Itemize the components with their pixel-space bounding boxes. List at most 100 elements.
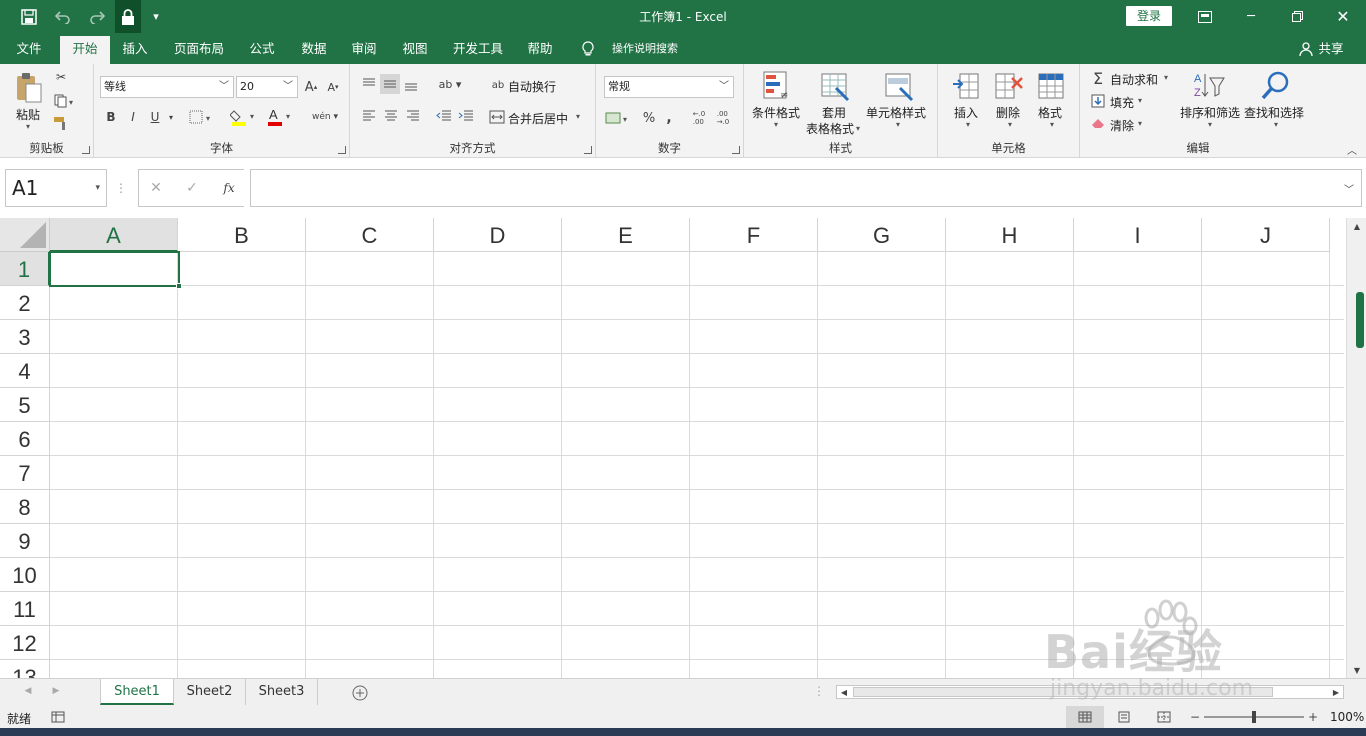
- share-button[interactable]: 共享: [1316, 33, 1346, 64]
- next-sheet-icon[interactable]: ▶: [50, 683, 62, 699]
- column-header[interactable]: G: [818, 218, 946, 252]
- number-launcher-icon[interactable]: [732, 146, 740, 154]
- column-header[interactable]: A: [50, 218, 178, 252]
- conditional-format-dropdown-icon[interactable]: ▾: [774, 120, 778, 129]
- sheet-tab-sheet1[interactable]: Sheet1: [100, 679, 174, 705]
- cell-styles-icon[interactable]: [884, 70, 914, 102]
- scroll-up-icon[interactable]: ▲: [1351, 220, 1363, 232]
- autosum-button[interactable]: 自动求和: [1110, 71, 1158, 88]
- conditional-format-button[interactable]: 条件格式: [752, 104, 800, 121]
- align-bottom-icon[interactable]: [402, 74, 420, 94]
- row-header[interactable]: 5: [0, 388, 50, 422]
- insert-dropdown-icon[interactable]: ▾: [966, 120, 970, 129]
- row-header[interactable]: 13: [0, 660, 50, 678]
- find-select-button[interactable]: 查找和选择: [1244, 104, 1304, 121]
- number-format-combo[interactable]: 常规 ﹀: [604, 76, 734, 98]
- row-header[interactable]: 2: [0, 286, 50, 320]
- orientation-icon[interactable]: ab ▾: [436, 74, 464, 94]
- active-cell-a1[interactable]: [49, 251, 182, 289]
- sort-filter-icon[interactable]: AZ: [1192, 70, 1226, 102]
- font-size-combo[interactable]: 20 ﹀: [236, 76, 298, 98]
- underline-dropdown-icon[interactable]: ▾: [166, 108, 176, 126]
- decrease-font-icon[interactable]: A ▾: [324, 78, 342, 96]
- scroll-down-icon[interactable]: ▼: [1351, 664, 1363, 676]
- scroll-left-icon[interactable]: ◀: [839, 686, 849, 698]
- cell-styles-dropdown-icon[interactable]: ▾: [896, 120, 900, 129]
- row-header[interactable]: 8: [0, 490, 50, 524]
- clear-button[interactable]: 清除: [1110, 117, 1134, 134]
- zoom-slider-thumb[interactable]: [1252, 711, 1256, 723]
- alignment-launcher-icon[interactable]: [584, 146, 592, 154]
- row-header[interactable]: 10: [0, 558, 50, 592]
- sheet-tab-sheet3[interactable]: Sheet3: [246, 679, 318, 705]
- tab-data[interactable]: 数据: [292, 33, 336, 64]
- login-button[interactable]: 登录: [1126, 6, 1172, 26]
- macro-record-icon[interactable]: [50, 709, 66, 725]
- tab-view[interactable]: 视图: [393, 33, 437, 64]
- zoom-slider[interactable]: [1204, 711, 1304, 723]
- formula-input[interactable]: ﹀: [250, 169, 1362, 207]
- expand-formula-bar-icon[interactable]: ﹀: [1343, 178, 1355, 198]
- fill-color-icon[interactable]: ▾: [230, 106, 260, 128]
- insert-function-icon[interactable]: fx: [219, 178, 239, 198]
- merge-dropdown-icon[interactable]: ▾: [576, 112, 580, 121]
- save-icon[interactable]: [14, 0, 44, 33]
- row-header[interactable]: 12: [0, 626, 50, 660]
- add-sheet-icon[interactable]: [350, 683, 370, 703]
- column-header[interactable]: C: [306, 218, 434, 252]
- clear-dropdown-icon[interactable]: ▾: [1138, 119, 1142, 128]
- tab-help[interactable]: 帮助: [518, 33, 562, 64]
- collapse-ribbon-icon[interactable]: ︿: [1344, 142, 1360, 157]
- bold-button[interactable]: B: [102, 108, 120, 126]
- sort-filter-dropdown-icon[interactable]: ▾: [1208, 120, 1212, 129]
- name-box[interactable]: A1 ▾: [5, 169, 107, 207]
- tab-review[interactable]: 审阅: [342, 33, 386, 64]
- find-select-dropdown-icon[interactable]: ▾: [1274, 120, 1278, 129]
- format-cells-icon[interactable]: [1036, 70, 1066, 102]
- borders-icon[interactable]: ▾: [188, 108, 216, 126]
- zoom-level[interactable]: 100%: [1330, 710, 1364, 724]
- vertical-scrollbar[interactable]: ▲ ▼: [1346, 218, 1366, 678]
- column-header[interactable]: I: [1074, 218, 1202, 252]
- customize-toolbar-icon[interactable]: ▾: [145, 0, 167, 33]
- fill-icon[interactable]: [1090, 92, 1106, 110]
- cancel-icon[interactable]: ✕: [147, 178, 165, 198]
- increase-font-icon[interactable]: A ▴: [302, 78, 320, 96]
- row-header[interactable]: 9: [0, 524, 50, 558]
- tab-developer[interactable]: 开发工具: [446, 33, 510, 64]
- comma-button[interactable]: ,: [662, 108, 676, 128]
- format-as-table-dropdown-icon[interactable]: ▾: [856, 124, 860, 133]
- share-icon[interactable]: [1296, 33, 1316, 64]
- scroll-right-icon[interactable]: ▶: [1331, 686, 1341, 698]
- insert-cells-icon[interactable]: [952, 70, 982, 102]
- cell-styles-button[interactable]: 单元格样式: [866, 104, 926, 121]
- delete-cells-button[interactable]: 删除: [996, 104, 1020, 121]
- conditional-format-icon[interactable]: ≠: [762, 70, 792, 102]
- tab-formulas[interactable]: 公式: [240, 33, 284, 64]
- delete-dropdown-icon[interactable]: ▾: [1008, 120, 1012, 129]
- increase-decimal-icon[interactable]: ←.0.00: [688, 108, 710, 128]
- decrease-decimal-icon[interactable]: .00 →.0: [712, 108, 734, 128]
- check-icon[interactable]: ✓: [183, 178, 201, 198]
- align-top-icon[interactable]: [360, 74, 378, 94]
- column-header[interactable]: E: [562, 218, 690, 252]
- decrease-indent-icon[interactable]: [434, 106, 454, 126]
- accounting-format-icon[interactable]: ▾: [604, 108, 636, 128]
- italic-button[interactable]: I: [124, 108, 142, 126]
- tab-insert[interactable]: 插入: [114, 33, 156, 64]
- page-break-view-icon[interactable]: [1154, 709, 1174, 725]
- cut-icon[interactable]: ✂: [52, 68, 70, 86]
- increase-indent-icon[interactable]: [456, 106, 476, 126]
- format-painter-icon[interactable]: [52, 114, 70, 132]
- close-icon[interactable]: ✕: [1320, 0, 1366, 33]
- clipboard-launcher-icon[interactable]: [82, 146, 90, 154]
- split-handle-icon[interactable]: ⋮: [813, 683, 825, 699]
- percent-button[interactable]: %: [640, 108, 658, 128]
- phonetic-icon[interactable]: wén ▾: [308, 106, 342, 128]
- tell-me-search[interactable]: 操作说明搜索: [604, 33, 686, 64]
- font-name-combo[interactable]: 等线 ﹀: [100, 76, 234, 98]
- insert-cells-button[interactable]: 插入: [954, 104, 978, 121]
- eraser-icon[interactable]: [1090, 114, 1106, 132]
- sort-filter-button[interactable]: 排序和筛选: [1180, 104, 1240, 121]
- zoom-out-icon[interactable]: −: [1188, 709, 1202, 725]
